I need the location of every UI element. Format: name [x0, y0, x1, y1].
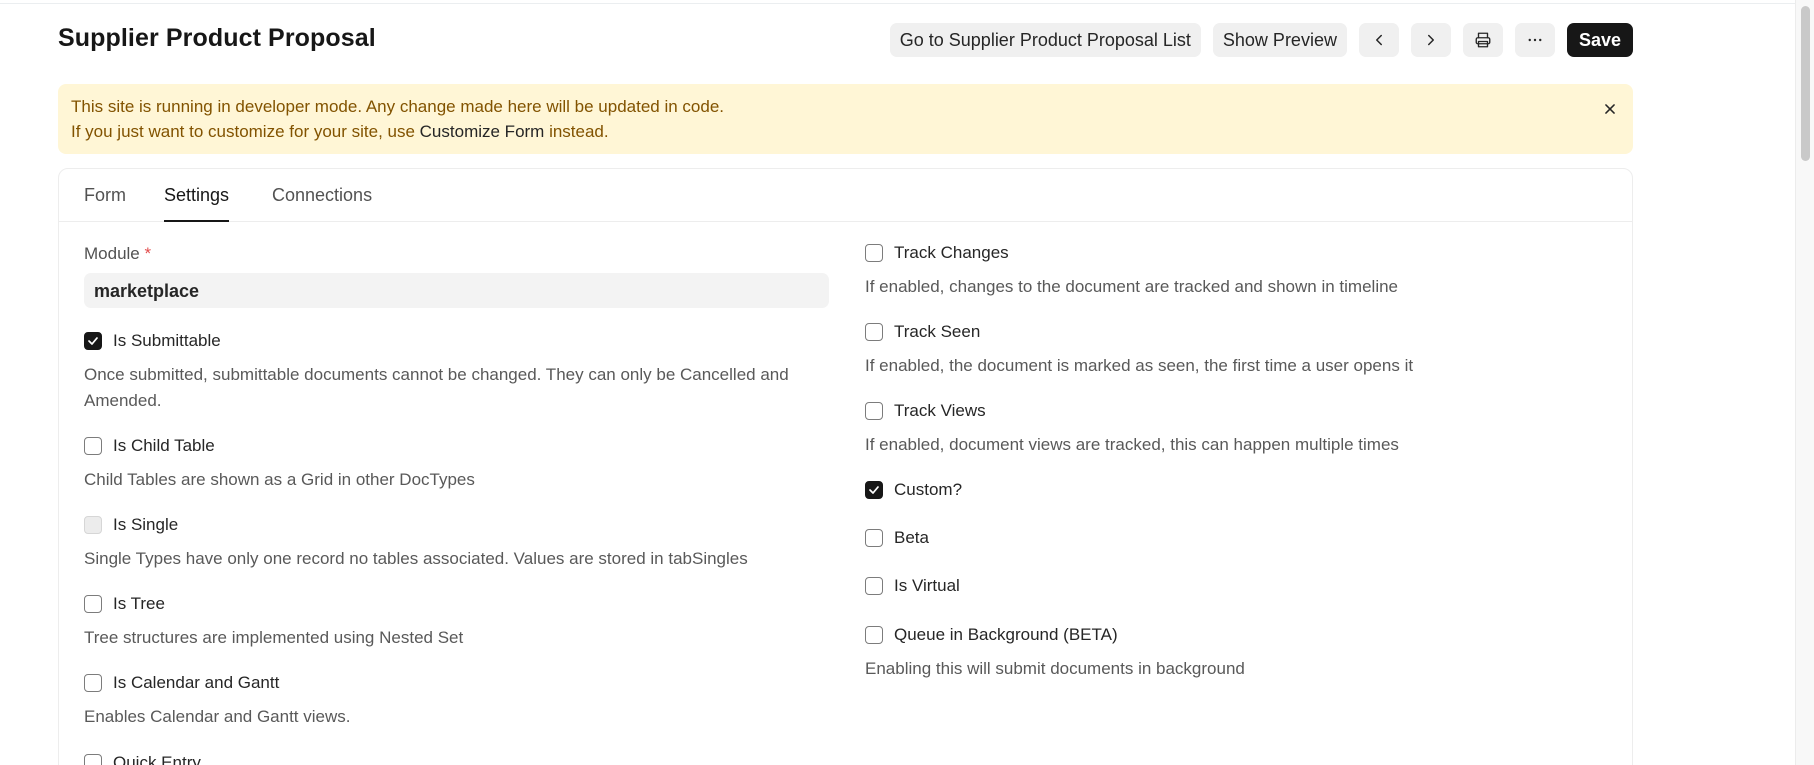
page-title: Supplier Product Proposal — [58, 24, 376, 52]
developer-mode-alert: This site is running in developer mode. … — [58, 84, 1633, 154]
is-submittable-description: Once submitted, submittable documents ca… — [84, 365, 789, 410]
checkbox-box[interactable] — [865, 323, 883, 341]
is-tree-description: Tree structures are implemented using Ne… — [84, 628, 464, 647]
track-views-description: If enabled, document views are tracked, … — [865, 435, 1399, 454]
checkbox-label: Is Submittable — [113, 331, 221, 350]
chevron-right-icon — [1427, 34, 1434, 46]
checkbox-box[interactable] — [865, 529, 883, 547]
module-input[interactable]: marketplace — [84, 273, 829, 308]
checkbox-label: Beta — [894, 528, 929, 547]
header-actions: Go to Supplier Product Proposal List Sho… — [889, 23, 1633, 57]
go-to-list-button[interactable]: Go to Supplier Product Proposal List — [889, 23, 1201, 57]
is-calendar-gantt-description: Enables Calendar and Gantt views. — [84, 707, 351, 726]
save-button[interactable]: Save — [1566, 23, 1633, 57]
checkbox-label: Is Tree — [113, 594, 165, 613]
form-card: Form Settings Connections Module * marke… — [58, 168, 1633, 765]
next-record-button[interactable] — [1410, 23, 1451, 57]
more-actions-button[interactable] — [1514, 23, 1555, 57]
is-single-checkbox[interactable]: Is Single — [84, 515, 178, 535]
checkbox-label: Queue in Background (BETA) — [894, 625, 1118, 644]
is-child-table-checkbox[interactable]: Is Child Table — [84, 436, 215, 456]
is-calendar-gantt-checkbox[interactable]: Is Calendar and Gantt — [84, 673, 279, 693]
is-child-table-description: Child Tables are shown as a Grid in othe… — [84, 470, 475, 489]
checkbox-box[interactable] — [84, 674, 102, 692]
alert-line-2-suffix: instead. — [544, 122, 609, 141]
is-virtual-checkbox[interactable]: Is Virtual — [865, 576, 960, 596]
checkbox-box[interactable] — [865, 577, 883, 595]
alert-line-2-prefix: If you just want to customize for your s… — [71, 122, 420, 141]
page-header: Supplier Product Proposal Go to Supplier… — [58, 0, 1633, 82]
checkbox-label: Track Changes — [894, 243, 1009, 262]
checkbox-label: Track Views — [894, 401, 986, 420]
page-scrollbar[interactable] — [1795, 0, 1814, 765]
form-tabs: Form Settings Connections — [59, 169, 1632, 222]
track-seen-checkbox[interactable]: Track Seen — [865, 322, 980, 342]
customize-form-link[interactable]: Customize Form — [420, 122, 545, 141]
checkbox-label: Is Child Table — [113, 436, 215, 455]
alert-close-button[interactable] — [1599, 98, 1621, 120]
quick-entry-checkbox[interactable]: Quick Entry — [84, 753, 201, 765]
checkbox-label: Is Virtual — [894, 576, 960, 595]
required-mark: * — [144, 244, 152, 263]
chevron-left-icon — [1375, 34, 1382, 46]
checkbox-box[interactable] — [865, 626, 883, 644]
close-icon — [1605, 104, 1615, 114]
checkbox-box[interactable] — [865, 481, 883, 499]
checkbox-label: Track Seen — [894, 322, 981, 341]
alert-line-2: If you just want to customize for your s… — [71, 122, 609, 142]
track-changes-checkbox[interactable]: Track Changes — [865, 243, 1009, 263]
checkbox-box[interactable] — [84, 437, 102, 455]
is-tree-checkbox[interactable]: Is Tree — [84, 594, 165, 614]
checkbox-box[interactable] — [84, 754, 102, 765]
check-icon — [88, 337, 98, 345]
previous-record-button[interactable] — [1358, 23, 1399, 57]
checkbox-label: Is Calendar and Gantt — [113, 673, 280, 692]
module-label: Module * — [84, 244, 152, 263]
track-seen-description: If enabled, the document is marked as se… — [865, 356, 1414, 375]
print-button[interactable] — [1462, 23, 1503, 57]
beta-checkbox[interactable]: Beta — [865, 528, 929, 548]
checkbox-label: Is Single — [113, 515, 179, 534]
more-horizontal-icon — [1528, 38, 1542, 42]
track-changes-description: If enabled, changes to the document are … — [865, 277, 1399, 296]
alert-line-1: This site is running in developer mode. … — [71, 97, 725, 116]
tab-connections[interactable]: Connections — [272, 185, 372, 222]
is-submittable-checkbox[interactable]: Is Submittable — [84, 331, 221, 351]
tab-settings[interactable]: Settings — [164, 185, 230, 222]
checkbox-box[interactable] — [84, 332, 102, 350]
checkbox-box[interactable] — [84, 516, 102, 534]
printer-icon — [1475, 32, 1491, 48]
show-preview-button[interactable]: Show Preview — [1212, 23, 1347, 57]
is-single-description: Single Types have only one record no tab… — [84, 549, 748, 568]
checkbox-label: Quick Entry — [113, 753, 201, 765]
checkbox-box[interactable] — [865, 402, 883, 420]
checkbox-label: Custom? — [894, 480, 963, 499]
track-views-checkbox[interactable]: Track Views — [865, 401, 986, 421]
queue-in-background-checkbox[interactable]: Queue in Background (BETA) — [865, 625, 1118, 645]
tab-form[interactable]: Form — [84, 185, 126, 222]
scrollbar-thumb[interactable] — [1801, 6, 1810, 161]
check-icon — [869, 486, 879, 494]
custom-checkbox[interactable]: Custom? — [865, 480, 962, 500]
queue-in-background-description: Enabling this will submit documents in b… — [865, 659, 1245, 678]
checkbox-box[interactable] — [84, 595, 102, 613]
checkbox-box[interactable] — [865, 244, 883, 262]
